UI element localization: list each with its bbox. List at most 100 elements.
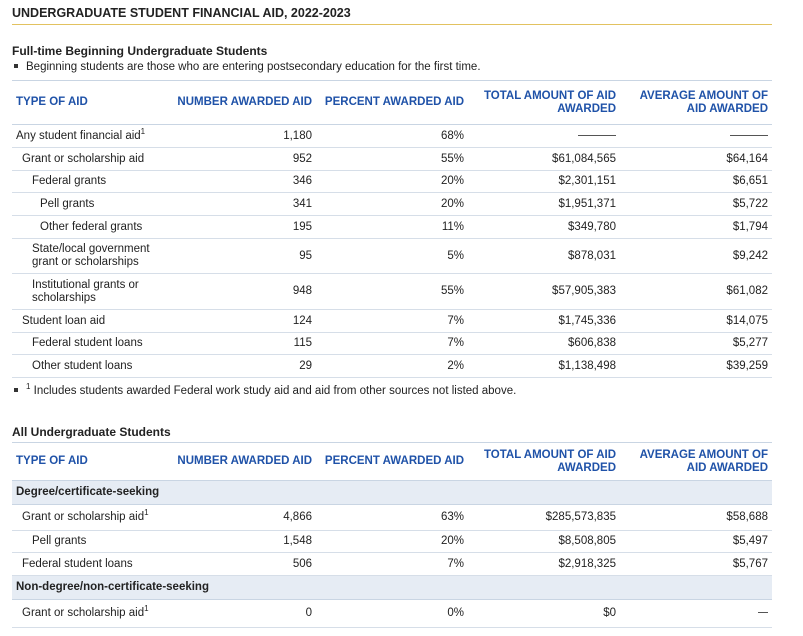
table-row: Pell grants 341 20% $1,951,371 $5,722 [12,192,772,216]
group-label-degree-seeking: Degree/certificate-seeking [12,480,772,505]
cell-average: $9,242 [620,238,772,274]
table-row: Pell grants 1,548 20% $8,508,805 $5,497 [12,530,772,553]
table-row: State/local government grant or scholars… [12,238,772,274]
table-row: Federal student loans 506 7% $2,918,325 … [12,552,772,576]
col-average-amount: AVERAGE AMOUNT OF AID AWARDED [620,80,772,125]
group-row: Degree/certificate-seeking [12,480,772,505]
cell-number: 948 [170,273,316,310]
cell-average: $1,794 [620,215,772,239]
cell-percent: 68% [316,124,468,148]
section1-note: Beginning students are those who are ent… [14,61,481,73]
col-number-awarded: NUMBER AWARDED AID [170,80,316,125]
footnote-marker: 1 [26,382,31,392]
col-percent-awarded: PERCENT AWARDED AID [316,80,468,125]
row-label: Grant or scholarship aid [12,147,170,171]
table-row: Institutional grants or scholarships 948… [12,273,772,310]
row-label: Any student financial aid1 [12,124,170,148]
cell-number: 115 [170,332,316,355]
cell-number: 0 [170,599,316,628]
table-row: Other student loans 29 2% $1,138,498 $39… [12,354,772,378]
section2-title: All Undergraduate Students [12,425,171,439]
cell-number: 95 [170,238,316,274]
cell-total: $1,745,336 [468,309,620,333]
cell-average: $5,277 [620,332,772,355]
cell-percent: 55% [316,273,468,310]
not-applicable-dash [730,134,768,136]
cell-average: $5,722 [620,192,772,216]
footnote-text: Includes students awarded Federal work s… [33,385,517,397]
table-row: Federal student loans 115 7% $606,838 $5… [12,332,772,355]
not-applicable-dash [758,612,768,614]
cell-average: $58,688 [620,504,772,531]
row-label: Pell grants [12,192,170,216]
page-title: UNDERGRADUATE STUDENT FINANCIAL AID, 202… [12,6,351,20]
cell-total: $61,084,565 [468,147,620,171]
cell-number: 1,180 [170,124,316,148]
cell-percent: 2% [316,354,468,378]
cell-percent: 7% [316,552,468,576]
cell-number: 124 [170,309,316,333]
table-row: Grant or scholarship aid1 4,866 63% $285… [12,504,772,531]
cell-total: $878,031 [468,238,620,274]
row-label: Grant or scholarship aid1 [12,599,170,628]
cell-number: 506 [170,552,316,576]
cell-number: 346 [170,170,316,193]
table-row: Federal grants 346 20% $2,301,151 $6,651 [12,170,772,193]
section1-note-text: Beginning students are those who are ent… [26,61,481,73]
cell-total: $8,508,805 [468,530,620,553]
col-type-of-aid: TYPE OF AID [12,442,170,481]
cell-percent: 7% [316,332,468,355]
cell-percent: 55% [316,147,468,171]
cell-average: $6,651 [620,170,772,193]
row-label: Student loan aid [12,309,170,333]
bullet-icon [14,387,18,392]
cell-percent: 11% [316,215,468,239]
cell-total [468,124,620,148]
cell-total: $1,951,371 [468,192,620,216]
cell-total: $1,138,498 [468,354,620,378]
row-label: State/local government grant or scholars… [12,238,170,274]
row-label: Pell grants [12,530,170,553]
cell-number: 341 [170,192,316,216]
cell-percent: 20% [316,192,468,216]
cell-total: $349,780 [468,215,620,239]
cell-average: $5,767 [620,552,772,576]
cell-average [620,599,772,628]
cell-average: $39,259 [620,354,772,378]
table-row: Grant or scholarship aid 952 55% $61,084… [12,147,772,171]
table-header-row: TYPE OF AID NUMBER AWARDED AID PERCENT A… [12,80,772,125]
section1-footnote: 1 Includes students awarded Federal work… [14,382,517,397]
row-label: Federal student loans [12,332,170,355]
bullet-icon [14,63,18,68]
cell-total: $57,905,383 [468,273,620,310]
col-percent-awarded: PERCENT AWARDED AID [316,442,468,481]
cell-average: $5,497 [620,530,772,553]
page-scrollbar[interactable] [789,0,803,636]
cell-average [620,124,772,148]
cell-average: $64,164 [620,147,772,171]
cell-percent: 63% [316,504,468,531]
col-number-awarded: NUMBER AWARDED AID [170,442,316,481]
col-total-amount: TOTAL AMOUNT OF AID AWARDED [468,442,620,481]
cell-percent: 5% [316,238,468,274]
title-divider [12,24,772,25]
row-label: Other federal grants [12,215,170,239]
cell-average: $61,082 [620,273,772,310]
row-label: Other student loans [12,354,170,378]
cell-percent: 20% [316,530,468,553]
section2-table: TYPE OF AID NUMBER AWARDED AID PERCENT A… [12,442,772,628]
section1-title: Full-time Beginning Undergraduate Studen… [12,44,268,58]
cell-number: 29 [170,354,316,378]
cell-number: 195 [170,215,316,239]
table-header-row: TYPE OF AID NUMBER AWARDED AID PERCENT A… [12,442,772,481]
cell-percent: 20% [316,170,468,193]
table-row: Other federal grants 195 11% $349,780 $1… [12,215,772,239]
table-row: Any student financial aid1 1,180 68% [12,124,772,148]
cell-percent: 0% [316,599,468,628]
col-average-amount: AVERAGE AMOUNT OF AID AWARDED [620,442,772,481]
cell-total: $2,918,325 [468,552,620,576]
cell-total: $606,838 [468,332,620,355]
cell-number: 1,548 [170,530,316,553]
table-row: Student loan aid 124 7% $1,745,336 $14,0… [12,309,772,333]
cell-number: 4,866 [170,504,316,531]
